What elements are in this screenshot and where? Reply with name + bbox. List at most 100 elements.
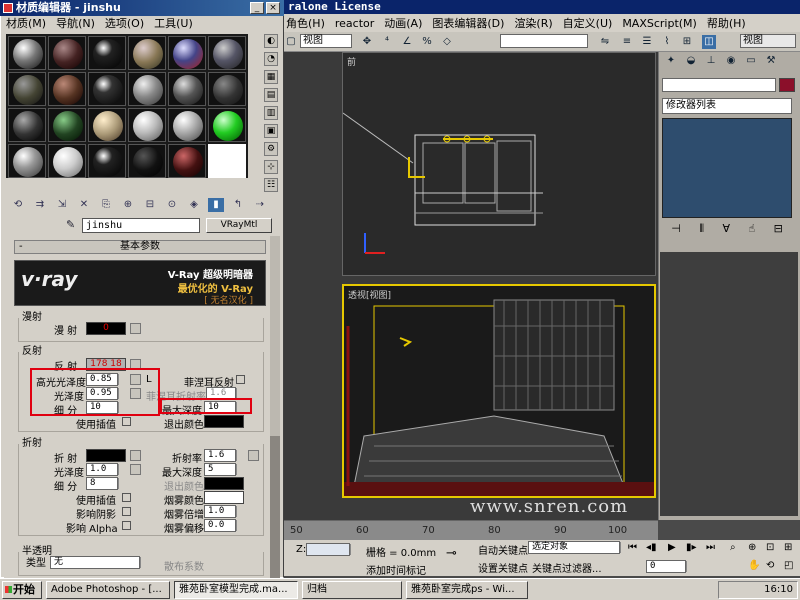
- reference-coord-dropdown[interactable]: 视图: [300, 34, 352, 48]
- menu-reactor[interactable]: reactor: [335, 17, 374, 30]
- menu-help[interactable]: 帮助(H): [707, 15, 746, 31]
- refl-gloss-spinner[interactable]: 0.95: [86, 387, 126, 400]
- front-viewport[interactable]: 前: [342, 52, 656, 276]
- reflect-map-button[interactable]: [130, 359, 141, 370]
- sample-slot[interactable]: [128, 72, 166, 106]
- menu-graph-editors[interactable]: 图表编辑器(D): [432, 15, 504, 31]
- ior-spinner[interactable]: 1.6: [204, 449, 244, 462]
- fog-color-swatch[interactable]: [204, 491, 244, 504]
- refr-gloss-spinner[interactable]: 1.0: [86, 463, 126, 476]
- refr-exit-color-swatch[interactable]: [204, 477, 244, 490]
- material-effects-icon[interactable]: ⊙: [164, 198, 180, 212]
- sample-slot[interactable]: [88, 144, 126, 178]
- perspective-viewport-label[interactable]: 透视[视图]: [348, 288, 391, 301]
- make-unique-icon[interactable]: ⊕: [120, 198, 136, 212]
- hilight-lock-button[interactable]: L: [146, 374, 152, 385]
- zoom-icon[interactable]: ⌕: [730, 542, 736, 553]
- sample-slot[interactable]: [8, 36, 46, 70]
- sample-slot[interactable]: [128, 108, 166, 142]
- fog-mult-spinner[interactable]: 1.0: [204, 505, 244, 518]
- pin-stack-icon[interactable]: ⊣: [671, 222, 681, 238]
- refr-gloss-map-button[interactable]: [130, 464, 141, 475]
- sample-slot[interactable]: [208, 108, 246, 142]
- play-icon[interactable]: ▶: [668, 542, 676, 553]
- backlight-icon[interactable]: ◔: [264, 52, 278, 66]
- object-name-field[interactable]: [662, 78, 776, 92]
- sample-slot[interactable]: [208, 36, 246, 70]
- menu-customize[interactable]: 自定义(U): [563, 15, 613, 31]
- close-button[interactable]: ×: [266, 2, 280, 14]
- start-button[interactable]: 开始: [2, 580, 42, 599]
- material-name-field[interactable]: jinshu: [82, 218, 200, 233]
- current-frame-field[interactable]: 0: [646, 560, 694, 573]
- curve-editor-icon[interactable]: ⌇: [660, 35, 674, 49]
- task-archive-folder[interactable]: 归档: [302, 580, 402, 599]
- fog-bias-spinner[interactable]: 0.0: [204, 519, 244, 532]
- sample-slot[interactable]: [168, 72, 206, 106]
- basic-params-rollout[interactable]: - 基本参数: [14, 240, 266, 254]
- affect-alpha-checkbox[interactable]: [122, 521, 131, 530]
- refl-use-interp-checkbox[interactable]: [122, 417, 131, 426]
- video-check-icon[interactable]: ▥: [264, 106, 278, 120]
- material-navigator-icon[interactable]: ☷: [264, 178, 278, 192]
- refl-gloss-map-button[interactable]: [130, 388, 141, 399]
- next-frame-icon[interactable]: ▮▸: [686, 542, 697, 553]
- background-icon[interactable]: ▦: [264, 70, 278, 84]
- sample-slot[interactable]: [48, 36, 86, 70]
- material-editor-icon[interactable]: ◫: [702, 35, 716, 49]
- key-icon[interactable]: ⊸: [446, 546, 457, 561]
- minimize-button[interactable]: _: [250, 2, 264, 14]
- sample-slot[interactable]: [168, 108, 206, 142]
- refl-subdivs-spinner[interactable]: 10: [86, 401, 126, 414]
- goto-end-icon[interactable]: ⏭: [706, 542, 715, 553]
- menu-maxscript[interactable]: MAXScript(M): [622, 17, 697, 30]
- maximize-viewport-icon[interactable]: ◰: [784, 560, 793, 571]
- front-viewport-label[interactable]: 前: [347, 55, 356, 68]
- percent-snap-icon[interactable]: %: [420, 35, 434, 49]
- refr-subdivs-spinner[interactable]: 8: [86, 477, 126, 490]
- sample-slot[interactable]: [128, 36, 166, 70]
- ior-map-button[interactable]: [248, 450, 259, 461]
- frame-ruler[interactable]: 50 60 70 80 90 100: [282, 520, 658, 540]
- sample-slot[interactable]: [208, 72, 246, 106]
- layer-icon[interactable]: ☰: [640, 35, 654, 49]
- create-tab-icon[interactable]: ✦: [664, 54, 678, 68]
- sample-slot[interactable]: [48, 108, 86, 142]
- configure-sets-icon[interactable]: ⊟: [774, 222, 783, 238]
- sample-slot[interactable]: [88, 108, 126, 142]
- select-by-material-icon[interactable]: ⊹: [264, 160, 278, 174]
- modifier-list-dropdown[interactable]: 修改器列表: [662, 98, 792, 114]
- menu-rendering[interactable]: 渲染(R): [514, 15, 552, 31]
- show-end-result-icon[interactable]: ⦀: [699, 222, 704, 238]
- perspective-viewport[interactable]: 透视[视图]: [342, 284, 656, 498]
- sample-slot[interactable]: [168, 144, 206, 178]
- menu-animation[interactable]: 动画(A): [384, 15, 422, 31]
- menu-utilities[interactable]: 工具(U): [154, 16, 193, 32]
- refr-max-depth-spinner[interactable]: 5: [204, 463, 244, 476]
- show-map-icon[interactable]: ◈: [186, 198, 202, 212]
- hilight-gloss-spinner[interactable]: 0.85: [86, 373, 126, 386]
- menu-navigation[interactable]: 导航(N): [56, 16, 95, 32]
- prev-frame-icon[interactable]: ◂▮: [646, 542, 657, 553]
- hilight-gloss-map-button[interactable]: [130, 374, 141, 385]
- task-photoshop[interactable]: Adobe Photoshop - [...: [46, 580, 170, 599]
- sample-slot[interactable]: [88, 72, 126, 106]
- modifier-stack[interactable]: [662, 118, 792, 218]
- fresnel-checkbox[interactable]: [236, 375, 245, 384]
- material-type-button[interactable]: VRayMtl: [206, 218, 272, 233]
- task-3dsmax[interactable]: 雅苑卧室模型完成.ma...: [174, 580, 298, 599]
- snap-icon[interactable]: ⁴: [380, 35, 394, 49]
- menu-material[interactable]: 材质(M): [6, 16, 46, 32]
- make-copy-icon[interactable]: ⎘: [98, 198, 114, 212]
- align-icon[interactable]: ≡: [620, 35, 634, 49]
- refr-use-interp-checkbox[interactable]: [122, 493, 131, 502]
- orbit-icon[interactable]: ⟲: [766, 560, 774, 571]
- refract-map-button[interactable]: [130, 450, 141, 461]
- diffuse-color-swatch[interactable]: 0: [86, 322, 126, 335]
- schematic-icon[interactable]: ⊞: [680, 35, 694, 49]
- key-selection-dropdown[interactable]: 选定对象: [528, 541, 628, 554]
- object-color-swatch[interactable]: [779, 78, 795, 92]
- spinner-snap-icon[interactable]: ◇: [440, 35, 454, 49]
- sample-slot[interactable]: [48, 144, 86, 178]
- hierarchy-tab-icon[interactable]: ⊥: [704, 54, 718, 68]
